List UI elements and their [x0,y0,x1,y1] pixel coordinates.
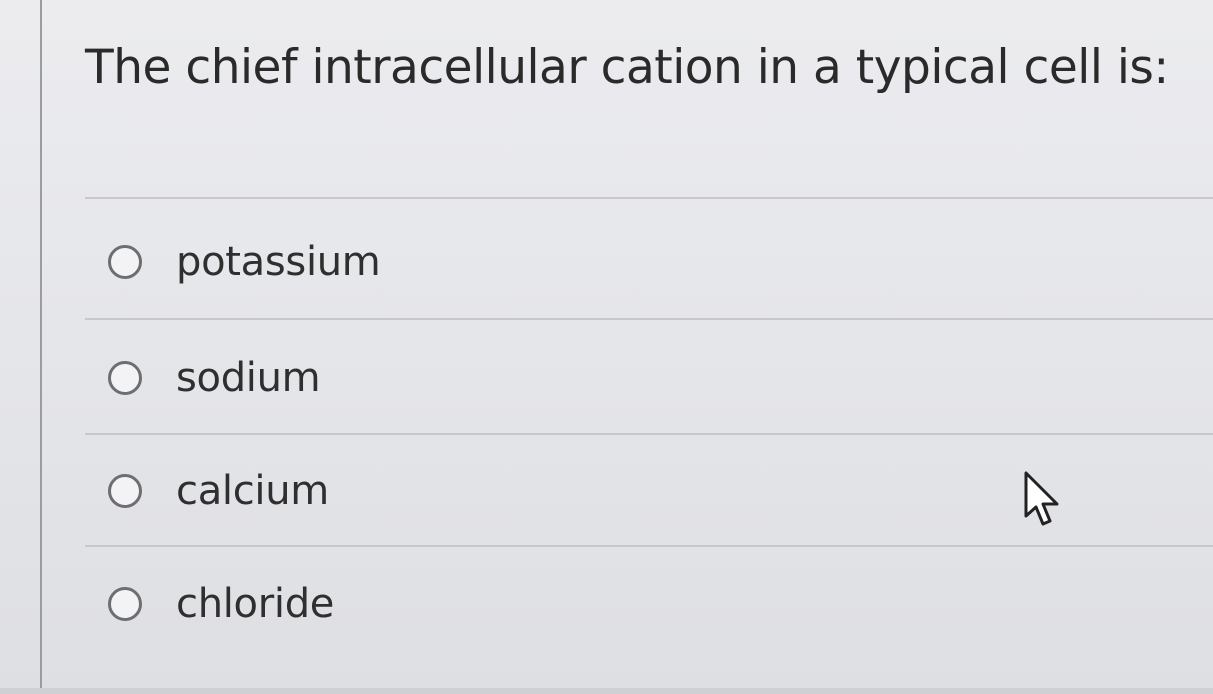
left-border [40,0,42,694]
bottom-edge [0,688,1213,694]
option-label: calcium [176,468,329,514]
radio-button-icon[interactable] [108,361,142,395]
radio-button-icon[interactable] [108,587,142,621]
mouse-pointer-icon [1024,471,1059,526]
question-text: The chief intracellular cation in a typi… [85,40,1169,95]
quiz-screen: The chief intracellular cation in a typi… [0,0,1213,694]
option-sodium[interactable]: sodium [100,348,321,408]
option-calcium[interactable]: calcium [100,461,329,521]
divider [85,545,1213,547]
divider [85,318,1213,320]
option-potassium[interactable]: potassium [100,232,381,292]
option-label: sodium [176,355,321,401]
option-label: potassium [176,239,381,285]
divider [85,433,1213,435]
radio-button-icon[interactable] [108,474,142,508]
option-label: chloride [176,581,335,627]
option-chloride[interactable]: chloride [100,574,334,634]
radio-button-icon[interactable] [108,245,142,279]
divider [85,197,1213,199]
